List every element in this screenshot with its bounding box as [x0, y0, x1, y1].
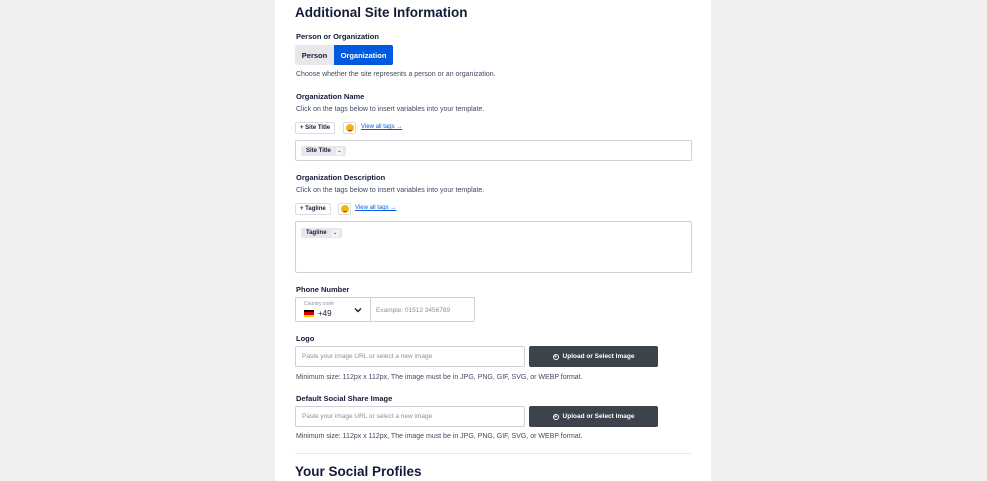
- social-image-help: Minimum size: 112px x 112px, The image m…: [296, 433, 583, 440]
- section-title: Additional Site Information: [295, 5, 468, 20]
- insert-tagline-tag-button[interactable]: + Tagline: [295, 203, 331, 215]
- smiley-icon: [340, 205, 349, 213]
- chevron-down-icon[interactable]: ⌄: [335, 147, 343, 155]
- logo-help: Minimum size: 112px x 112px, The image m…: [296, 374, 583, 381]
- person-option-button[interactable]: Person: [295, 45, 334, 65]
- insert-site-title-tag-button[interactable]: + Site Title: [295, 122, 336, 134]
- org-description-label: Organization Description: [296, 173, 386, 182]
- country-code-value: +49: [318, 309, 332, 318]
- upload-social-image-button-label: Upload or Select Image: [562, 413, 635, 420]
- settings-panel: Additional Site Information Person or Or…: [275, 0, 711, 481]
- org-description-help: Click on the tags below to insert variab…: [296, 187, 485, 194]
- view-all-tags-link[interactable]: View all tags →: [361, 124, 402, 130]
- country-code-label: Country code: [304, 301, 334, 307]
- section-divider: [295, 453, 691, 454]
- tagline-tag-chip[interactable]: Tagline ⌄: [301, 228, 342, 238]
- logo-url-input[interactable]: Paste your image URL or select a new ima…: [295, 346, 525, 367]
- social-profiles-title: Your Social Profiles: [295, 464, 422, 479]
- chevron-down-icon[interactable]: ⌄: [331, 229, 339, 237]
- phone-field-group: Country code +49 Example: 01512 3456789: [295, 297, 475, 322]
- upload-social-image-button[interactable]: + Upload or Select Image: [529, 406, 658, 427]
- country-code-select[interactable]: Country code +49: [296, 298, 371, 321]
- org-name-label: Organization Name: [296, 92, 365, 101]
- view-all-tags-link[interactable]: View all tags →: [355, 205, 396, 211]
- upload-logo-button-label: Upload or Select Image: [562, 353, 635, 360]
- org-description-textarea[interactable]: Tagline ⌄: [295, 221, 692, 273]
- person-org-label: Person or Organization: [296, 32, 379, 41]
- emoji-picker-button[interactable]: [343, 122, 356, 134]
- germany-flag-icon: [304, 310, 314, 317]
- upload-icon: +: [552, 413, 559, 420]
- site-title-tag-chip[interactable]: Site Title ⌄: [301, 146, 346, 156]
- upload-icon: +: [552, 353, 559, 360]
- social-image-url-input[interactable]: Paste your image URL or select a new ima…: [295, 406, 525, 427]
- org-name-help: Click on the tags below to insert variab…: [296, 106, 485, 113]
- organization-option-button[interactable]: Organization: [334, 45, 393, 65]
- phone-input[interactable]: Example: 01512 3456789: [376, 307, 450, 314]
- logo-url-placeholder: Paste your image URL or select a new ima…: [302, 353, 433, 360]
- emoji-picker-button[interactable]: [338, 203, 351, 215]
- chip-label: Tagline: [306, 230, 327, 236]
- logo-label: Logo: [296, 334, 315, 343]
- social-image-label: Default Social Share Image: [296, 394, 393, 403]
- person-org-help: Choose whether the site represents a per…: [296, 71, 496, 78]
- chevron-down-icon: [354, 308, 362, 313]
- phone-label: Phone Number: [296, 285, 350, 294]
- upload-logo-button[interactable]: + Upload or Select Image: [529, 346, 658, 367]
- org-name-field[interactable]: Site Title ⌄: [295, 140, 692, 161]
- social-image-url-placeholder: Paste your image URL or select a new ima…: [302, 413, 433, 420]
- smiley-icon: [345, 124, 354, 132]
- chip-label: Site Title: [306, 148, 331, 154]
